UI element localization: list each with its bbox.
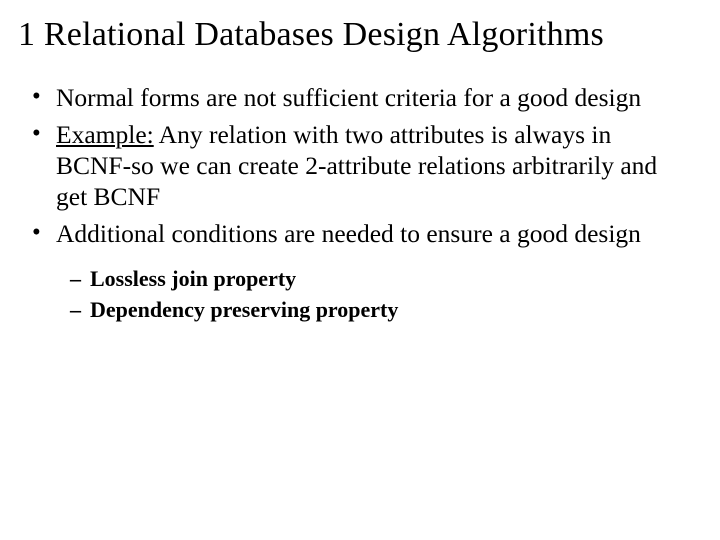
sub-bullet-item: Lossless join property (70, 264, 692, 294)
bullet-item: Normal forms are not sufficient criteria… (28, 82, 692, 113)
bullet-item: Additional conditions are needed to ensu… (28, 218, 692, 324)
bullet-item: Example: Any relation with two attribute… (28, 119, 692, 212)
slide: 1 Relational Databases Design Algorithms… (0, 0, 720, 540)
sub-bullet-text: Lossless join property (90, 266, 296, 291)
sub-bullet-list: Lossless join property Dependency preser… (56, 264, 692, 325)
slide-title: 1 Relational Databases Design Algorithms (18, 16, 702, 54)
sub-bullet-item: Dependency preserving property (70, 295, 692, 325)
bullet-prefix: Example: (56, 120, 154, 149)
sub-bullet-text: Dependency preserving property (90, 297, 398, 322)
bullet-text: Normal forms are not sufficient criteria… (56, 83, 641, 112)
bullet-list: Normal forms are not sufficient criteria… (18, 82, 702, 325)
bullet-text: Additional conditions are needed to ensu… (56, 219, 641, 248)
